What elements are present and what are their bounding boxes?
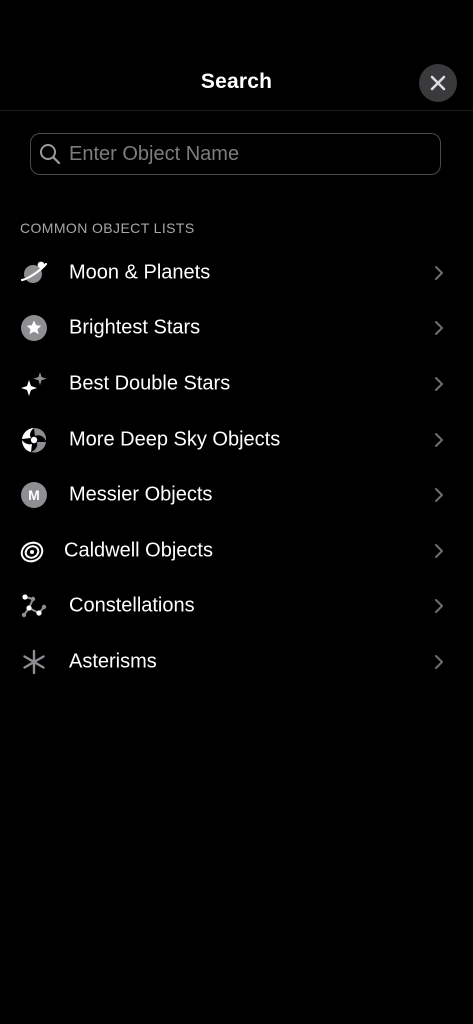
page-title: Search xyxy=(200,70,273,93)
search-icon xyxy=(39,143,61,165)
list-item-label: Messier Objects xyxy=(69,483,213,506)
list-item-deep-sky[interactable]: More Deep Sky Objects xyxy=(0,412,473,468)
list-item-double-stars[interactable]: Best Double Stars xyxy=(0,356,473,412)
search-screen: Search COMMON OBJECT LISTS xyxy=(0,0,473,1024)
close-button[interactable] xyxy=(419,64,457,102)
chevron-right-icon xyxy=(433,597,445,615)
list-item-brightest-stars[interactable]: Brightest Stars xyxy=(0,301,473,357)
sparkle-icon xyxy=(20,370,48,398)
header-bar: Search xyxy=(0,0,473,111)
list-item-constellations[interactable]: Constellations xyxy=(0,579,473,635)
constellation-icon xyxy=(20,592,48,620)
close-icon xyxy=(430,75,446,91)
list-item-label: More Deep Sky Objects xyxy=(69,428,281,451)
list-item-label: Best Double Stars xyxy=(69,372,231,395)
chevron-right-icon xyxy=(433,542,445,560)
search-input[interactable] xyxy=(69,142,429,166)
list-item-label: Constellations xyxy=(69,594,195,617)
object-list: Moon & Planets Brightest Stars Best Doub… xyxy=(0,245,473,690)
planet-icon xyxy=(20,259,48,287)
chevron-right-icon xyxy=(433,375,445,393)
chevron-right-icon xyxy=(433,264,445,282)
galaxy-icon xyxy=(20,426,48,454)
messier-icon: M xyxy=(20,481,48,509)
spiral-icon xyxy=(20,537,48,565)
list-item-caldwell[interactable]: Caldwell Objects xyxy=(0,523,473,579)
asterisk-icon xyxy=(20,648,48,676)
list-item-asterisms[interactable]: Asterisms xyxy=(0,634,473,690)
chevron-right-icon xyxy=(433,319,445,337)
list-item-messier[interactable]: M Messier Objects xyxy=(0,467,473,523)
list-item-label: Brightest Stars xyxy=(69,316,201,339)
chevron-right-icon xyxy=(433,486,445,504)
section-header: COMMON OBJECT LISTS xyxy=(20,220,195,236)
list-item-label: Caldwell Objects xyxy=(64,539,213,562)
chevron-right-icon xyxy=(433,653,445,671)
star-badge-icon xyxy=(20,314,48,342)
list-item-moon-planets[interactable]: Moon & Planets xyxy=(0,245,473,301)
chevron-right-icon xyxy=(433,431,445,449)
search-field[interactable] xyxy=(30,133,441,175)
messier-badge-text: M xyxy=(28,487,40,503)
list-item-label: Moon & Planets xyxy=(69,261,211,284)
list-item-label: Asterisms xyxy=(69,650,157,673)
